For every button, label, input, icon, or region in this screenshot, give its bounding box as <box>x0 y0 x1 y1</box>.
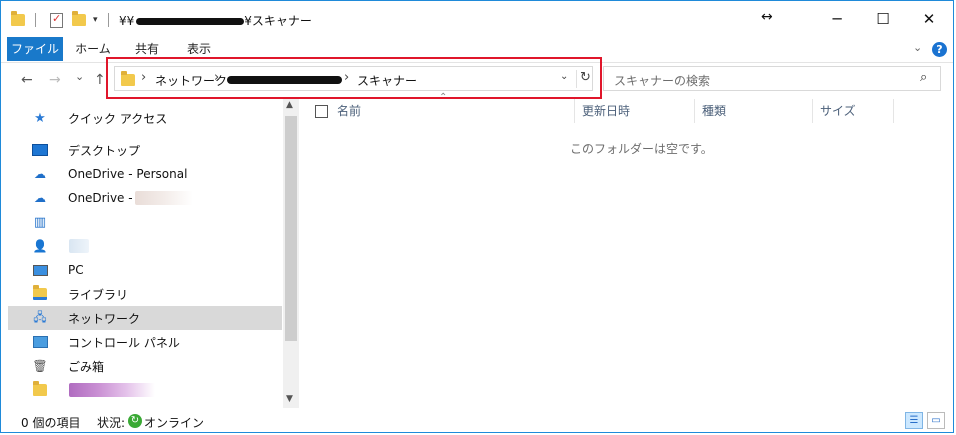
column-divider[interactable] <box>812 99 813 123</box>
tab-file[interactable]: ファイル <box>7 37 63 61</box>
sort-indicator-icon: ⌃ <box>439 92 448 103</box>
toolbar-separator <box>108 13 109 27</box>
status-value: オンライン <box>144 416 205 430</box>
nav-item-quick-access[interactable]: ★ クイック アクセス <box>8 106 282 130</box>
folder-icon <box>121 71 135 86</box>
column-divider[interactable] <box>574 99 575 123</box>
redacted-server-name <box>136 18 245 25</box>
search-input[interactable]: スキャナーの検索 <box>614 72 710 89</box>
scroll-up-icon[interactable]: ▲ <box>286 100 293 110</box>
folder-icon <box>32 381 48 397</box>
help-icon[interactable]: ? <box>932 42 947 57</box>
expand-ribbon-icon[interactable]: ⌄ <box>913 41 922 54</box>
nav-item-folder[interactable] <box>8 378 282 402</box>
refresh-icon[interactable]: ↻ <box>580 70 591 85</box>
nav-item-network[interactable]: 🖧 ネットワーク <box>8 306 282 330</box>
up-button[interactable]: ↑ <box>94 72 106 88</box>
nav-item-label: OneDrive - <box>68 191 133 205</box>
nav-item-onedrive-personal[interactable]: ☁ OneDrive - Personal <box>8 162 282 186</box>
customize-toolbar-dropdown-icon[interactable]: ▾ <box>93 15 98 25</box>
nav-item-onedrive-business[interactable]: ☁ OneDrive - <box>8 186 282 210</box>
title-bar: ▾ ¥¥ ¥スキャナー ↔ ─ ☐ ✕ <box>1 1 953 37</box>
back-button[interactable]: ← <box>21 72 33 88</box>
library-icon <box>32 285 48 301</box>
close-button[interactable]: ✕ <box>906 1 952 37</box>
nav-item-desktop[interactable]: デスクトップ <box>1 138 275 162</box>
breadcrumb-separator[interactable]: › <box>344 70 349 85</box>
column-header-size[interactable]: サイズ <box>820 99 856 123</box>
blurred-label <box>69 383 155 397</box>
recycle-bin-icon: 🗑 <box>32 359 48 373</box>
blurred-label <box>69 239 89 253</box>
scroll-down-icon[interactable]: ▼ <box>286 394 293 404</box>
column-header-type[interactable]: 種類 <box>702 99 726 123</box>
network-icon: 🖧 <box>33 309 47 324</box>
breadcrumb-separator[interactable]: › <box>214 70 219 85</box>
search-box[interactable]: スキャナーの検索 ⌕ <box>603 66 941 91</box>
column-divider[interactable] <box>893 99 894 123</box>
column-header-modified[interactable]: 更新日時 <box>582 99 630 123</box>
sync-online-icon: ↻ <box>128 414 142 428</box>
recent-locations-button[interactable]: ⌄ <box>75 70 84 83</box>
toolbar-separator <box>35 13 36 27</box>
scrollbar-thumb[interactable] <box>285 116 297 341</box>
redacted-server-crumb[interactable] <box>227 76 342 84</box>
address-bar[interactable]: › ネットワーク › › スキャナー ⌄ ↻ <box>114 66 593 91</box>
cloud-icon: ☁ <box>34 167 46 181</box>
title-prefix: ¥¥ <box>119 14 135 28</box>
details-view-icon[interactable]: ☰ <box>905 412 923 429</box>
forward-button[interactable]: → <box>49 72 61 88</box>
nav-item-label: コントロール パネル <box>68 335 180 350</box>
window-title: ¥¥ ¥スキャナー <box>119 12 312 29</box>
maximize-button[interactable]: ☐ <box>860 1 906 37</box>
nav-item-label: クイック アクセス <box>68 111 168 126</box>
empty-folder-message: このフォルダーは空です。 <box>570 142 713 156</box>
address-dropdown-icon[interactable]: ⌄ <box>560 71 568 82</box>
status-label: 状況: <box>97 416 126 430</box>
nav-item-user[interactable]: 👤 <box>8 234 282 258</box>
quick-access-toolbar <box>11 11 25 29</box>
column-header-name[interactable]: 名前 <box>337 99 361 123</box>
new-folder-icon[interactable] <box>72 11 86 26</box>
item-count: 0 個の項目 <box>21 416 81 430</box>
star-icon: ★ <box>34 110 46 126</box>
resize-icon: ↔ <box>761 9 773 25</box>
title-suffix: ¥スキャナー <box>244 14 312 28</box>
address-divider <box>576 70 577 88</box>
minimize-button[interactable]: ─ <box>814 1 860 37</box>
nav-item-libraries[interactable]: ライブラリ <box>8 282 282 306</box>
nav-item-label: デスクトップ <box>68 143 141 158</box>
properties-icon[interactable] <box>50 12 63 28</box>
control-panel-icon <box>32 335 48 349</box>
nav-item-label: ごみ箱 <box>68 359 105 374</box>
status-bar: 0 個の項目 状況: ↻ オンライン ☰ ▭ <box>1 408 953 432</box>
user-icon: 👤 <box>32 239 48 253</box>
nav-item-label: OneDrive - Personal <box>68 167 188 181</box>
nav-item-recycle-bin[interactable]: 🗑 ごみ箱 <box>8 354 282 378</box>
desktop-icon <box>32 143 48 157</box>
column-divider[interactable] <box>694 99 695 123</box>
pc-icon <box>32 263 48 277</box>
nav-item-label: PC <box>68 263 84 277</box>
select-all-checkbox[interactable] <box>315 105 328 118</box>
large-icons-view-icon[interactable]: ▭ <box>927 412 945 429</box>
breadcrumb-separator[interactable]: › <box>141 70 146 85</box>
building-icon: ▥ <box>33 214 47 230</box>
folder-icon <box>11 11 25 26</box>
navigation-pane: ★ クイック アクセス デスクトップ ☁ OneDrive - Personal… <box>1 99 299 408</box>
nav-item-organization[interactable]: ▥ <box>8 210 282 234</box>
nav-item-control-panel[interactable]: コントロール パネル <box>8 330 282 354</box>
explorer-window: ▾ ¥¥¥スキャナー ↔ ─ ☐ ✕ ファイル ホーム 共有 表示 ⌄ ? ← … <box>0 0 954 433</box>
cloud-icon: ☁ <box>34 191 46 205</box>
nav-item-label: ライブラリ <box>68 287 129 302</box>
file-list: ⌃ 名前 更新日時 種類 サイズ このフォルダーは空です。 <box>299 92 953 408</box>
nav-item-pc[interactable]: PC <box>8 258 282 282</box>
blurred-label <box>134 191 193 205</box>
breadcrumb-scanner[interactable]: スキャナー <box>357 72 417 89</box>
search-icon[interactable]: ⌕ <box>920 70 927 85</box>
nav-item-label: ネットワーク <box>68 311 141 326</box>
